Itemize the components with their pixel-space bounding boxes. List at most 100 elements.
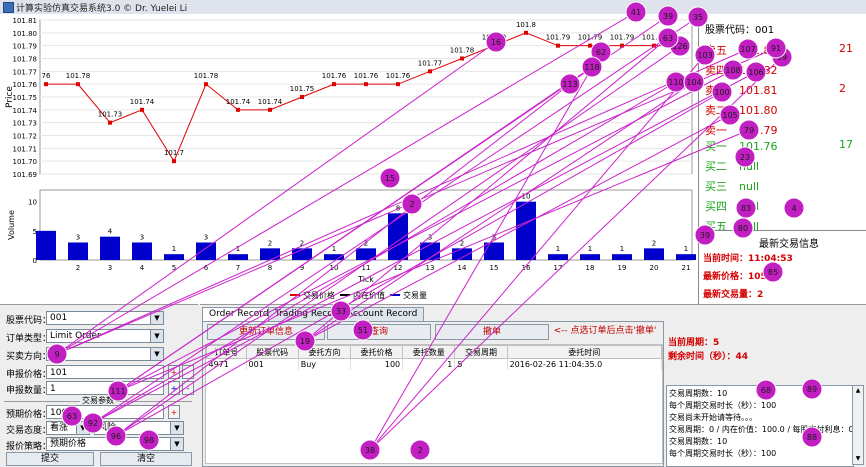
- bid-row: 买二 null: [705, 158, 759, 174]
- price-tick-label: 101.81: [13, 17, 38, 25]
- tab-order-record[interactable]: Order Record: [202, 307, 276, 321]
- price-data-label: 101.74: [226, 98, 251, 106]
- price-data-label: 101.78: [66, 72, 91, 80]
- tab-account-record[interactable]: Account Record: [340, 307, 425, 321]
- current-period: 当前周期：5: [668, 338, 720, 348]
- price-point: [684, 43, 688, 48]
- quote-select[interactable]: 预期价格 ▼: [46, 437, 184, 451]
- column-header[interactable]: 交易周期: [454, 345, 508, 359]
- column-header[interactable]: 委托数量: [402, 345, 456, 359]
- table-row[interactable]: 4971 001 Buy 100 1 5 2016-02-26 11:04:35.0: [206, 358, 663, 370]
- table-cell: 1: [402, 358, 456, 370]
- legend-label: 交易价格: [303, 290, 335, 300]
- price-tick-label: 101.78: [13, 56, 38, 64]
- expect-input[interactable]: 100: [46, 405, 164, 419]
- volume-data-label: 4: [108, 228, 113, 236]
- price-axis-label: Price: [5, 86, 15, 108]
- volume-axis-label: Volume: [7, 210, 16, 240]
- ask-row: 卖二 101.80: [705, 102, 778, 118]
- expect-plus-button[interactable]: +: [168, 405, 180, 419]
- cancel-order-button[interactable]: 撤单: [435, 324, 549, 340]
- volume-bar: [164, 254, 184, 260]
- price-point: [268, 107, 272, 112]
- risk-select[interactable]: 风险 ▼: [94, 421, 184, 435]
- x-tick-label: 11: [362, 264, 371, 272]
- ask-level-label: 卖二: [705, 104, 727, 117]
- update-orders-button[interactable]: 更新订单信息: [207, 324, 325, 340]
- log-line: 交易周期数：10: [669, 437, 728, 446]
- price-point: [588, 43, 592, 48]
- price-tick-label: 101.69: [13, 171, 38, 179]
- chevron-down-icon[interactable]: ▼: [170, 422, 183, 434]
- ask-level-label: 卖一: [705, 124, 727, 137]
- price-data-label: 101.74: [130, 98, 155, 106]
- quote-value: 预期价格: [50, 439, 87, 449]
- x-axis-label: Tick: [357, 275, 374, 284]
- attitude-select[interactable]: 看涨 ▼: [46, 421, 90, 435]
- qty-label: 申报数量：: [6, 386, 52, 396]
- qty-plus-button[interactable]: +: [168, 381, 180, 395]
- stock-value: 001: [50, 313, 68, 323]
- x-tick-label: 5: [172, 264, 176, 272]
- volume-bar: [516, 201, 536, 260]
- submit-button[interactable]: 提交: [6, 452, 94, 466]
- tab-trading-record[interactable]: Trading Record: [268, 307, 349, 321]
- latest-volume: 最新交易量：2: [703, 290, 764, 300]
- chevron-down-icon[interactable]: ▼: [76, 422, 89, 434]
- x-tick-label: 6: [204, 264, 209, 272]
- volume-bar: [260, 248, 280, 260]
- chevron-down-icon[interactable]: ▼: [150, 348, 163, 360]
- price-point: [300, 95, 304, 99]
- stock-select[interactable]: 001 ▼: [46, 311, 164, 325]
- price-volume-chart: 101.81101.80101.79101.78101.77101.76101.…: [5, 17, 696, 300]
- qty-minus-button[interactable]: -: [182, 381, 194, 395]
- chevron-down-icon[interactable]: ▼: [170, 438, 183, 450]
- ask-row: 卖四 101.82: [705, 62, 778, 78]
- x-tick-label: 15: [490, 264, 499, 272]
- x-tick-label: 2: [76, 264, 80, 272]
- scroll-down-icon[interactable]: ▼: [853, 454, 863, 464]
- order-record-view: 更新订单信息 查询 撤单 <-- 点选订单后点击'撤单' 订单号 股票代码 委托方向…: [202, 321, 664, 467]
- direction-label: 买卖方向：: [6, 352, 52, 362]
- qty-input[interactable]: 1: [46, 381, 164, 395]
- price-data-label: 101.73: [98, 111, 123, 119]
- direction-select[interactable]: Buy ▼: [46, 347, 164, 361]
- column-header[interactable]: 委托价格: [349, 345, 404, 359]
- query-button[interactable]: 查询: [327, 324, 431, 340]
- x-tick-label: 20: [650, 264, 659, 272]
- bid-price: null: [739, 180, 760, 193]
- bid-level-label: 买三: [705, 180, 727, 193]
- latest-price: 最新价格：105.1: [703, 272, 777, 282]
- chevron-down-icon[interactable]: ▼: [150, 312, 163, 324]
- price-plus-button[interactable]: +: [168, 365, 180, 379]
- volume-bar: [68, 242, 88, 260]
- order-type-select[interactable]: Limit Order ▼: [46, 329, 164, 343]
- bid-price: null: [739, 200, 760, 213]
- column-header[interactable]: 订单号: [206, 345, 247, 359]
- price-data-label: 101.79: [578, 34, 603, 42]
- scroll-up-icon[interactable]: ▲: [853, 386, 863, 396]
- column-header[interactable]: 股票代码: [245, 345, 299, 359]
- volume-tick-label: 10: [28, 199, 37, 207]
- price-data-label: 101.8: [516, 21, 536, 29]
- log-scrollbar[interactable]: ▲ ▼: [852, 385, 864, 465]
- price-minus-button[interactable]: -: [182, 365, 194, 379]
- price-input[interactable]: 101: [46, 365, 164, 379]
- clear-button[interactable]: 清空: [100, 452, 192, 466]
- chevron-down-icon[interactable]: ▼: [150, 330, 163, 342]
- column-header[interactable]: 委托方向: [297, 345, 351, 359]
- column-header[interactable]: 委托时间: [506, 345, 663, 359]
- volume-bar: [548, 254, 568, 260]
- bid-row: 买一 101.76: [705, 138, 778, 154]
- volume-data-label: 1: [172, 245, 176, 253]
- price-data-label: 101.76: [322, 72, 347, 80]
- price-data-label: 101.79: [546, 34, 571, 42]
- price-data-label: 101.78: [194, 72, 219, 80]
- price-point: [236, 107, 240, 112]
- attitude-label: 交易态度：: [6, 426, 52, 436]
- ask-row: 卖三 101.81: [705, 82, 778, 98]
- direction-row: 买卖方向： Buy ▼: [4, 347, 196, 363]
- x-tick-label: 21: [682, 264, 691, 272]
- price-point: [44, 82, 48, 87]
- price-point: [556, 43, 560, 48]
